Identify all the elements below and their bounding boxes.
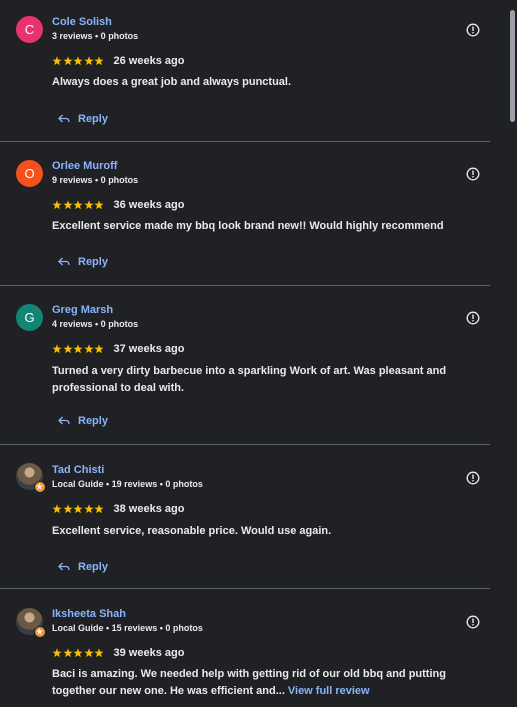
review-text: Turned a very dirty barbecue into a spar… — [52, 365, 447, 394]
star-icon — [52, 504, 62, 514]
review-card: O Orlee Muroff 9 reviews • 0 photos 36 w… — [0, 142, 490, 286]
star-icon — [83, 504, 94, 514]
reply-icon — [58, 114, 70, 123]
star-icon — [94, 504, 104, 514]
review-card: Tad Chisti Local Guide • 19 reviews • 0 … — [0, 445, 490, 589]
local-guide-badge-icon — [34, 481, 46, 493]
review-text: Baci is amazing. We needed help with get… — [52, 666, 492, 700]
star-icon — [52, 344, 62, 354]
review-text: Excellent service made my bbq look brand… — [52, 220, 444, 232]
scrollbar-thumb[interactable] — [510, 10, 515, 122]
star-rating — [52, 200, 105, 210]
reviews-panel: C Cole Solish 3 reviews • 0 photos 26 we… — [0, 0, 517, 707]
star-icon — [73, 504, 83, 514]
reply-button[interactable]: Reply — [58, 559, 108, 575]
rating-row: 39 weeks ago — [52, 646, 184, 660]
star-icon — [83, 344, 94, 354]
star-rating — [52, 56, 105, 66]
review-list: C Cole Solish 3 reviews • 0 photos 26 we… — [0, 0, 498, 707]
star-icon — [62, 504, 73, 514]
rating-row: 37 weeks ago — [52, 342, 184, 356]
review-time: 37 weeks ago — [113, 343, 185, 355]
reply-label: Reply — [78, 561, 108, 573]
rating-row: 36 weeks ago — [52, 198, 184, 212]
star-icon — [62, 56, 73, 66]
review-card: C Cole Solish 3 reviews • 0 photos 26 we… — [0, 0, 490, 142]
avatar[interactable] — [16, 463, 46, 493]
reply-icon — [58, 562, 70, 571]
review-time: 39 weeks ago — [113, 647, 185, 659]
reviewer-meta: 9 reviews • 0 photos — [52, 175, 139, 185]
reply-label: Reply — [78, 256, 108, 268]
star-icon — [52, 648, 62, 658]
star-icon — [52, 56, 62, 66]
review-card: G Greg Marsh 4 reviews • 0 photos 37 wee… — [0, 286, 490, 445]
star-icon — [83, 200, 94, 210]
star-icon — [94, 200, 104, 210]
reply-label: Reply — [78, 113, 108, 125]
review-card: Iksheeta Shah Local Guide • 15 reviews •… — [0, 589, 490, 707]
reviewer-meta: Local Guide • 15 reviews • 0 photos — [52, 623, 203, 633]
star-icon — [52, 200, 62, 210]
star-icon — [73, 56, 83, 66]
avatar[interactable]: G — [16, 304, 43, 331]
star-rating — [52, 344, 105, 354]
review-time: 26 weeks ago — [113, 55, 185, 67]
review-text: Always does a great job and always punct… — [52, 76, 292, 88]
reviewer-meta: Local Guide • 19 reviews • 0 photos — [52, 479, 203, 489]
avatar[interactable]: C — [16, 16, 43, 43]
reply-label: Reply — [78, 415, 108, 427]
reviewer-name[interactable]: Cole Solish — [52, 16, 112, 28]
star-icon — [62, 200, 73, 210]
reviewer-name[interactable]: Orlee Muroff — [52, 160, 117, 172]
star-icon — [73, 648, 83, 658]
reviewer-name[interactable]: Greg Marsh — [52, 304, 113, 316]
avatar[interactable]: O — [16, 160, 43, 187]
star-icon — [73, 200, 83, 210]
star-icon — [83, 56, 94, 66]
reviewer-name[interactable]: Iksheeta Shah — [52, 608, 126, 620]
star-icon — [94, 648, 104, 658]
star-rating — [52, 504, 105, 514]
reply-icon — [58, 257, 70, 266]
reply-icon — [58, 416, 70, 425]
view-full-review-link[interactable]: View full review — [288, 685, 370, 697]
review-text: Excellent service, reasonable price. Wou… — [52, 525, 332, 537]
star-icon — [73, 344, 83, 354]
star-icon — [94, 344, 104, 354]
rating-row: 26 weeks ago — [52, 54, 184, 68]
reply-button[interactable]: Reply — [58, 254, 108, 270]
star-icon — [62, 344, 73, 354]
more-options-icon[interactable] — [466, 167, 480, 181]
reply-button[interactable]: Reply — [58, 413, 108, 429]
review-time: 36 weeks ago — [113, 199, 185, 211]
reviewer-name[interactable]: Tad Chisti — [52, 464, 104, 476]
rating-row: 38 weeks ago — [52, 502, 184, 516]
star-rating — [52, 648, 105, 658]
star-icon — [94, 56, 104, 66]
review-time: 38 weeks ago — [113, 503, 185, 515]
reviewer-meta: 4 reviews • 0 photos — [52, 319, 139, 329]
reviewer-meta: 3 reviews • 0 photos — [52, 31, 139, 41]
star-icon — [62, 648, 73, 658]
local-guide-badge-icon — [34, 626, 46, 638]
review-text-body: Baci is amazing. We needed help with get… — [52, 668, 446, 697]
more-options-icon[interactable] — [466, 471, 480, 485]
avatar[interactable] — [16, 608, 46, 638]
more-options-icon[interactable] — [466, 311, 480, 325]
more-options-icon[interactable] — [466, 615, 480, 629]
more-options-icon[interactable] — [466, 23, 480, 37]
reply-button[interactable]: Reply — [58, 111, 108, 127]
star-icon — [83, 648, 94, 658]
